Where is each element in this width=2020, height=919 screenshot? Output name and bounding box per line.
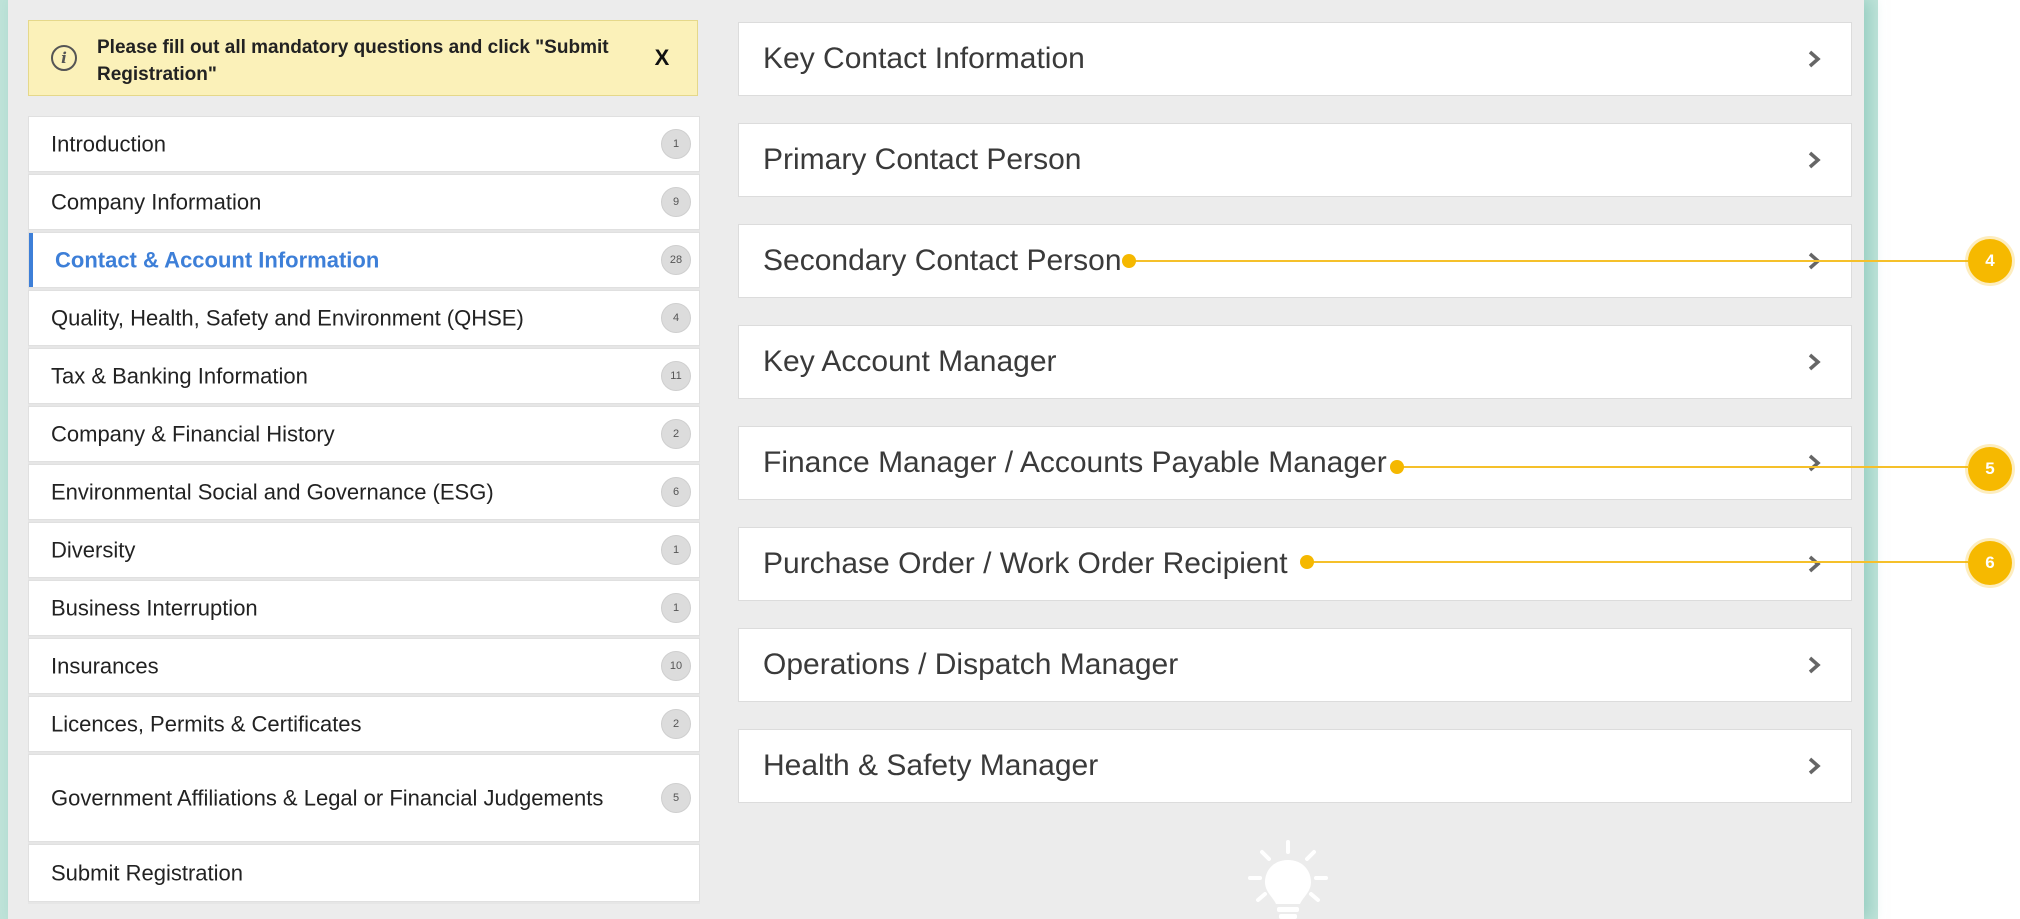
section-label: Secondary Contact Person [763,244,1122,277]
sidebar-item-label: Contact & Account Information [55,247,380,273]
callout-badge: 5 [1968,447,2012,491]
callout-dot [1122,254,1136,268]
sidebar-item-esg[interactable]: Environmental Social and Governance (ESG… [28,464,700,520]
sidebar-item-label: Company & Financial History [51,421,335,447]
sidebar-item-label: Insurances [51,653,159,679]
section-key-contact-information[interactable]: Key Contact Information [738,22,1852,96]
sidebar-item-company-information[interactable]: Company Information 9 [28,174,700,230]
question-count-badge: 28 [661,245,691,275]
callout-line [1396,466,1968,468]
question-count-badge: 9 [661,187,691,217]
section-key-account-manager[interactable]: Key Account Manager [738,325,1852,399]
sidebar-item-label: Introduction [51,131,166,157]
chevron-right-icon [1808,50,1821,68]
question-count-badge: 2 [661,419,691,449]
callout-line [1128,260,1968,262]
question-count-badge: 1 [661,593,691,623]
section-label: Key Contact Information [763,42,1085,75]
sidebar-item-licences-permits[interactable]: Licences, Permits & Certificates 2 [28,696,700,752]
chevron-right-icon [1808,656,1821,674]
section-operations-dispatch-manager[interactable]: Operations / Dispatch Manager [738,628,1852,702]
sidebar-item-label: Diversity [51,537,136,563]
callout-dot [1300,555,1314,569]
sidebar-item-label: Tax & Banking Information [51,363,308,389]
chevron-right-icon [1808,757,1821,775]
sidebar-item-introduction[interactable]: Introduction 1 [28,116,700,172]
chevron-right-icon [1808,454,1821,472]
question-count-badge: 1 [661,129,691,159]
sidebar-item-company-financial-history[interactable]: Company & Financial History 2 [28,406,700,462]
sidebar-item-government-affiliations[interactable]: Government Affiliations & Legal or Finan… [28,754,700,842]
section-label: Primary Contact Person [763,143,1082,176]
question-count-badge: 6 [661,477,691,507]
sidebar-item-label: Business Interruption [51,595,258,621]
section-label: Operations / Dispatch Manager [763,648,1179,681]
mandatory-notice: i Please fill out all mandatory question… [28,20,698,96]
question-count-badge: 5 [661,783,691,813]
section-purchase-order-recipient[interactable]: Purchase Order / Work Order Recipient [738,527,1852,601]
question-count-badge: 2 [661,709,691,739]
sidebar-item-insurances[interactable]: Insurances 10 [28,638,700,694]
section-primary-contact-person[interactable]: Primary Contact Person [738,123,1852,197]
section-label: Purchase Order / Work Order Recipient [763,547,1288,580]
sidebar-item-business-interruption[interactable]: Business Interruption 1 [28,580,700,636]
callout-badge: 6 [1968,541,2012,585]
sidebar-item-contact-account-information[interactable]: Contact & Account Information 28 [28,232,700,288]
sidebar-item-tax-banking[interactable]: Tax & Banking Information 11 [28,348,700,404]
section-label: Finance Manager / Accounts Payable Manag… [763,446,1387,479]
sidebar-item-label: Quality, Health, Safety and Environment … [51,305,524,331]
sidebar-item-qhse[interactable]: Quality, Health, Safety and Environment … [28,290,700,346]
close-notice-button[interactable]: X [649,43,675,73]
sidebar-item-diversity[interactable]: Diversity 1 [28,522,700,578]
section-label: Key Account Manager [763,345,1057,378]
section-label: Health & Safety Manager [763,749,1099,782]
section-finance-manager[interactable]: Finance Manager / Accounts Payable Manag… [738,426,1852,500]
chevron-right-icon [1808,353,1821,371]
sidebar-item-submit-registration[interactable]: Submit Registration [28,844,700,902]
chevron-right-icon [1808,151,1821,169]
callout-line [1306,561,1968,563]
question-count-badge: 4 [661,303,691,333]
question-count-badge: 10 [661,651,691,681]
section-sidebar: Introduction 1 Company Information 9 Con… [28,116,700,904]
info-icon: i [51,45,77,71]
question-count-badge: 1 [661,535,691,565]
callout-dot [1390,460,1404,474]
question-count-badge: 11 [661,361,691,391]
sidebar-item-label: Company Information [51,189,262,215]
sidebar-item-label: Government Affiliations & Legal or Finan… [51,785,604,811]
section-health-safety-manager[interactable]: Health & Safety Manager [738,729,1852,803]
callout-badge: 4 [1968,239,2012,283]
sidebar-item-label: Licences, Permits & Certificates [51,711,362,737]
chevron-right-icon [1808,555,1821,573]
sidebar-item-label: Submit Registration [51,860,243,886]
sidebar-item-label: Environmental Social and Governance (ESG… [51,479,494,505]
lightbulb-icon [1248,840,1328,919]
notice-text: Please fill out all mandatory questions … [97,37,609,85]
